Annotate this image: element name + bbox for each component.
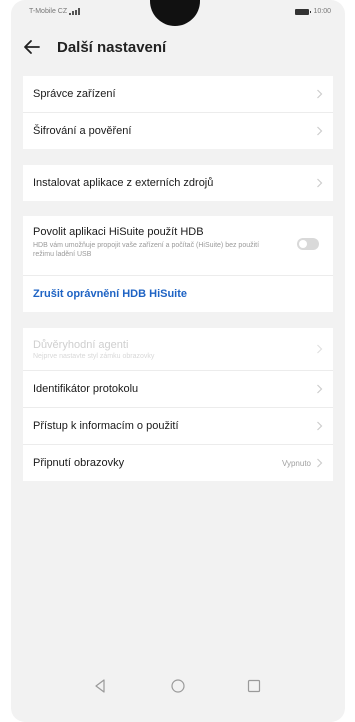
hdb-description: HDB vám umožňuje propojit vaše zařízení … bbox=[33, 242, 260, 258]
recents-square-icon[interactable] bbox=[246, 678, 262, 694]
external-sources-item[interactable]: Instalovat aplikace z externích zdrojů bbox=[23, 165, 333, 201]
screen-pinning-value: Vypnuto bbox=[281, 458, 311, 468]
usage-access-label: Přístup k informacím o použití bbox=[33, 420, 179, 432]
screen-pinning-item[interactable]: Připnutí obrazovky Vypnuto bbox=[23, 445, 333, 481]
settings-group-1: Správce zařízení Šifrování a pověření bbox=[23, 76, 333, 149]
trust-agents-description: Nejprve nastavte styl zámku obrazovky bbox=[33, 352, 155, 360]
home-circle-icon[interactable] bbox=[170, 678, 186, 694]
hdb-title: Povolit aplikaci HiSuite použít HDB bbox=[33, 226, 204, 238]
device-admin-item[interactable]: Správce zařízení bbox=[23, 76, 333, 113]
back-arrow-icon[interactable] bbox=[21, 36, 43, 58]
signal-icon bbox=[69, 8, 81, 15]
phone-screen: T-Mobile CZ 10:00 Další nastavení Správc… bbox=[11, 0, 345, 722]
chevron-right-icon bbox=[317, 384, 323, 394]
status-right: 10:00 bbox=[295, 8, 331, 15]
chevron-right-icon bbox=[317, 344, 323, 354]
chevron-right-icon bbox=[317, 458, 323, 468]
settings-group-3: Povolit aplikaci HiSuite použít HDB HDB … bbox=[23, 216, 333, 312]
external-sources-label: Instalovat aplikace z externích zdrojů bbox=[33, 177, 214, 189]
navigation-bar bbox=[11, 678, 345, 704]
protocol-identifier-label: Identifikátor protokolu bbox=[33, 383, 139, 395]
encryption-label: Šifrování a pověření bbox=[33, 125, 132, 137]
trust-agents-item: Důvěryhodní agenti Nejprve nastavte styl… bbox=[23, 328, 333, 371]
encryption-item[interactable]: Šifrování a pověření bbox=[23, 113, 333, 149]
usage-access-item[interactable]: Přístup k informacím o použití bbox=[23, 408, 333, 445]
status-bar: T-Mobile CZ 10:00 bbox=[11, 8, 345, 22]
carrier-group: T-Mobile CZ bbox=[29, 8, 81, 15]
page-header: Další nastavení bbox=[11, 24, 345, 70]
page-title: Další nastavení bbox=[57, 38, 167, 56]
protocol-identifier-item[interactable]: Identifikátor protokolu bbox=[23, 371, 333, 408]
clock: 10:00 bbox=[313, 8, 331, 15]
trust-agents-title: Důvěryhodní agenti bbox=[33, 338, 129, 351]
battery-icon bbox=[295, 8, 312, 15]
settings-group-4: Důvěryhodní agenti Nejprve nastavte styl… bbox=[23, 328, 333, 481]
hdb-text: Povolit aplikaci HiSuite použít HDB HDB … bbox=[33, 226, 273, 259]
hdb-item[interactable]: Povolit aplikaci HiSuite použít HDB HDB … bbox=[23, 216, 333, 276]
carrier-label: T-Mobile CZ bbox=[29, 8, 68, 15]
back-triangle-icon[interactable] bbox=[92, 678, 108, 694]
settings-group-2: Instalovat aplikace z externích zdrojů bbox=[23, 165, 333, 201]
chevron-right-icon bbox=[317, 89, 323, 99]
chevron-right-icon bbox=[317, 178, 323, 188]
revoke-hdb-label: Zrušit oprávnění HDB HiSuite bbox=[33, 288, 188, 300]
device-admin-label: Správce zařízení bbox=[33, 88, 116, 100]
revoke-hdb-item[interactable]: Zrušit oprávnění HDB HiSuite bbox=[23, 276, 333, 312]
screen-pinning-label: Připnutí obrazovky bbox=[33, 457, 125, 469]
chevron-right-icon bbox=[317, 126, 323, 136]
hdb-toggle[interactable] bbox=[297, 238, 319, 250]
chevron-right-icon bbox=[317, 421, 323, 431]
